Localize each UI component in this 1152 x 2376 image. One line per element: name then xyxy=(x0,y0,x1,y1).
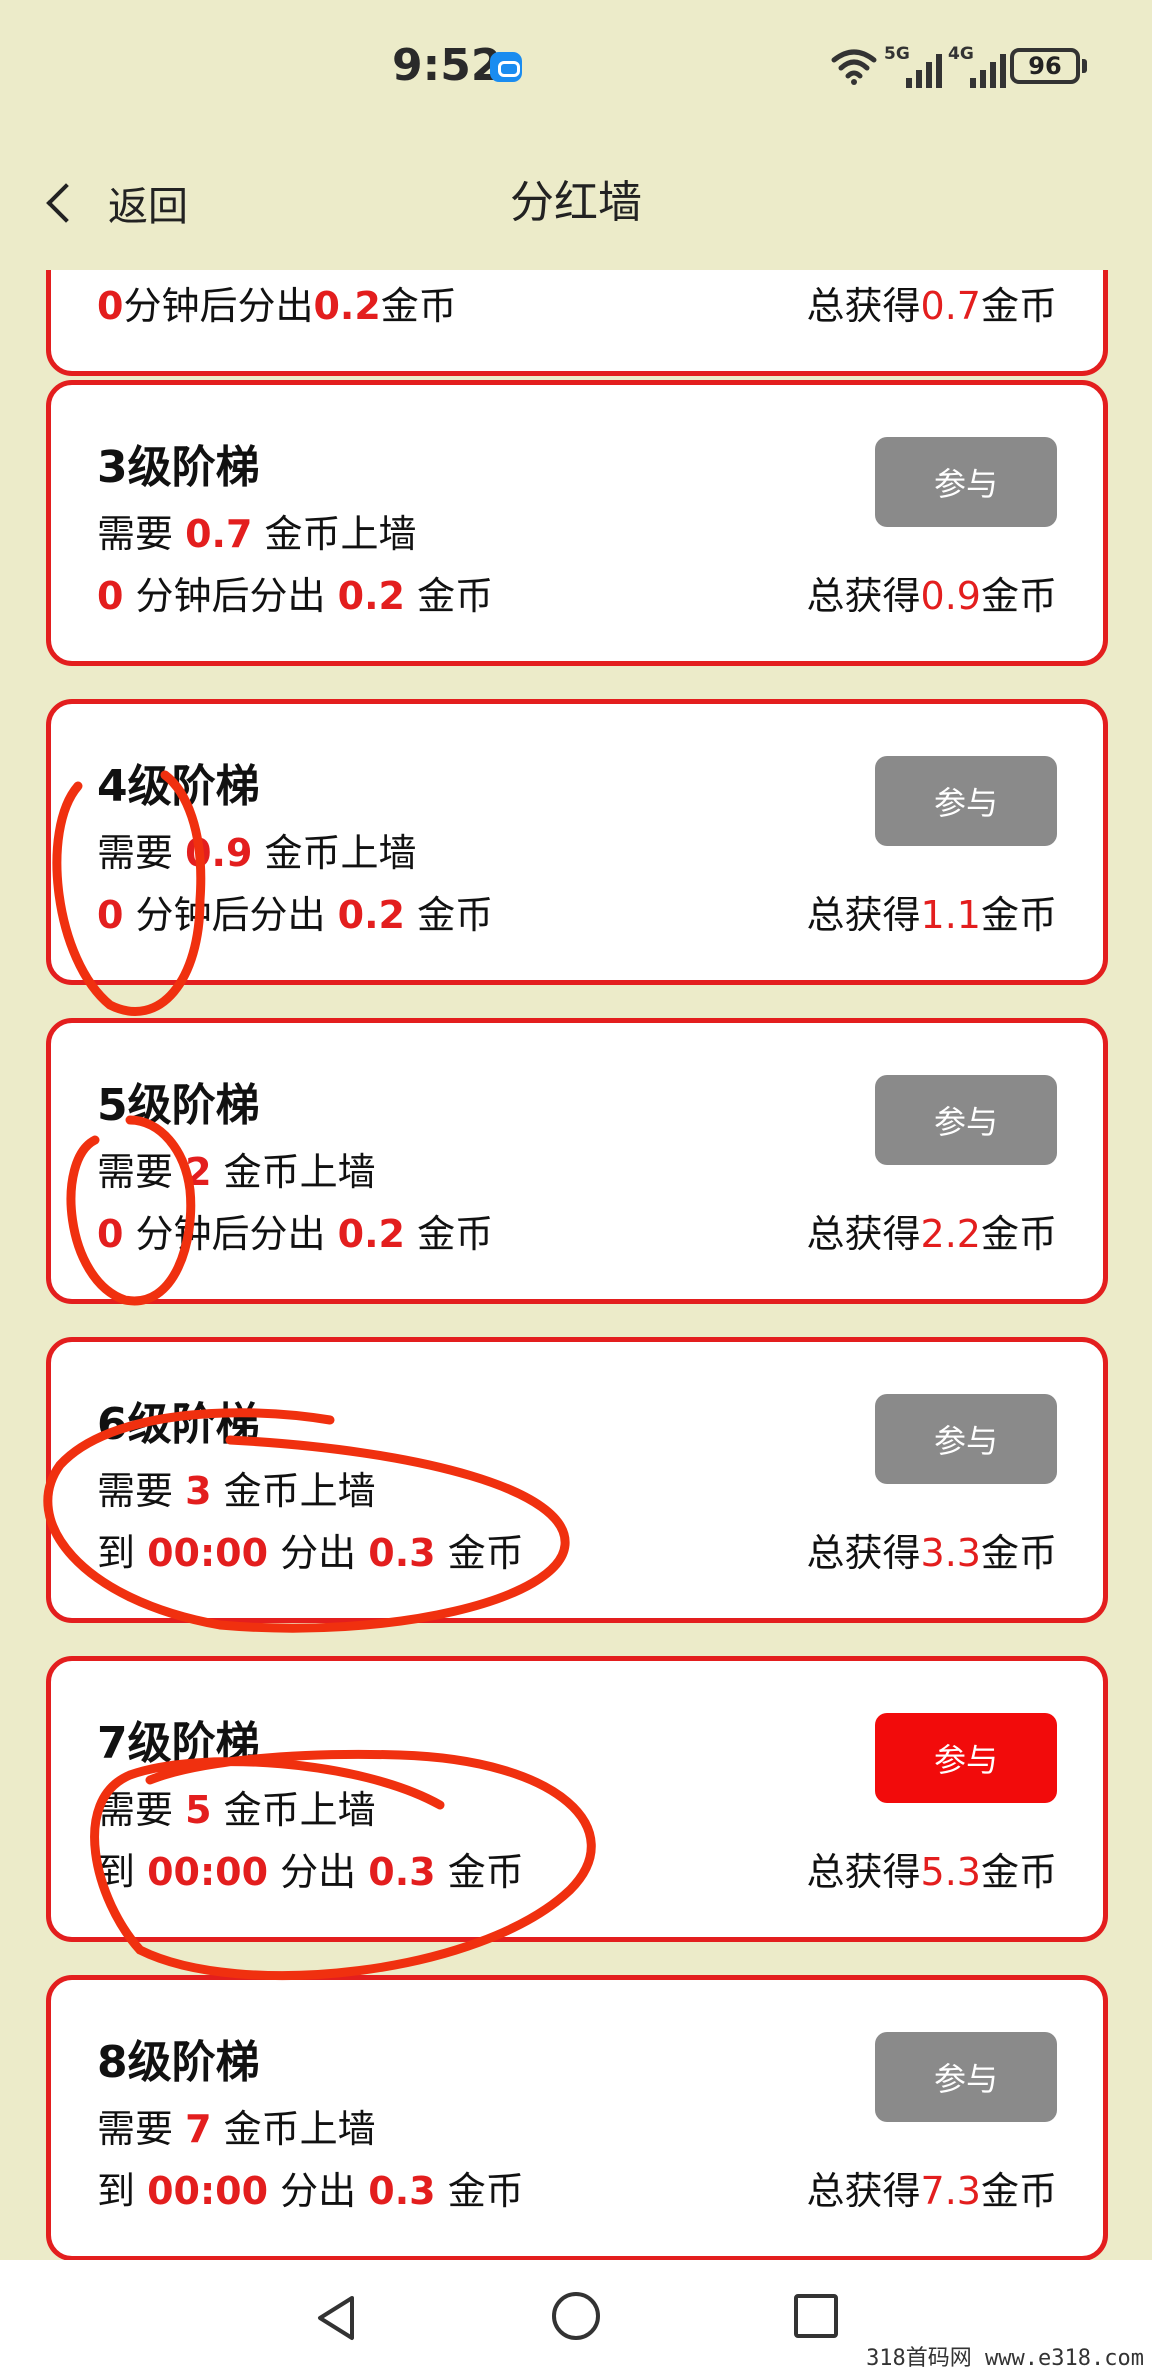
ladder-card: 4级阶梯 需要 0.9 金币上墙 0 分钟后分出 0.2 金币 总获得1.1金币… xyxy=(46,699,1108,985)
battery-level: 96 xyxy=(1028,52,1062,80)
requirement-line: 需要 0.9 金币上墙 xyxy=(97,831,417,875)
total-earned: 总获得7.3金币 xyxy=(806,2169,1057,2213)
square-recent-icon[interactable] xyxy=(794,2294,838,2338)
ladder-card: 7级阶梯 需要 5 金币上墙 到 00:00 分出 0.3 金币 总获得5.3金… xyxy=(46,1656,1108,1942)
total-earned: 总获得0.7金币 xyxy=(806,284,1057,328)
join-button-active[interactable]: 参与 xyxy=(875,1713,1057,1803)
ladder-title: 7级阶梯 xyxy=(97,1718,260,1769)
triangle-back-icon[interactable] xyxy=(312,2294,360,2342)
total-earned: 总获得3.3金币 xyxy=(806,1531,1057,1575)
app-screen: 9:52 5G 4G 96 返回 分红墙 0分钟后分出0.2金币 总获得0.7金… xyxy=(0,0,1152,2376)
join-button[interactable]: 参与 xyxy=(875,437,1057,527)
join-button[interactable]: 参与 xyxy=(875,2032,1057,2122)
payout-line: 0 分钟后分出 0.2 金币 xyxy=(97,574,494,618)
requirement-line: 需要 0.7 金币上墙 xyxy=(97,512,417,556)
requirement-line: 需要 2 金币上墙 xyxy=(97,1150,376,1194)
total-earned: 总获得1.1金币 xyxy=(806,893,1057,937)
payout-line: 0 分钟后分出 0.2 金币 xyxy=(97,1212,494,1256)
payout-line: 0 分钟后分出 0.2 金币 xyxy=(97,893,494,937)
total-earned: 总获得2.2金币 xyxy=(806,1212,1057,1256)
requirement-line: 需要 7 金币上墙 xyxy=(97,2107,376,2151)
total-earned: 总获得0.9金币 xyxy=(806,574,1057,618)
ladder-title: 3级阶梯 xyxy=(97,442,260,493)
ladder-card: 5级阶梯 需要 2 金币上墙 0 分钟后分出 0.2 金币 总获得2.2金币 参… xyxy=(46,1018,1108,1304)
message-notification-icon xyxy=(490,52,522,82)
ladder-title: 8级阶梯 xyxy=(97,2037,260,2088)
requirement-line: 需要 3 金币上墙 xyxy=(97,1469,376,1513)
page-title: 分红墙 xyxy=(510,177,642,228)
ladder-title: 6级阶梯 xyxy=(97,1399,260,1450)
payout-line: 0分钟后分出0.2金币 xyxy=(97,284,457,328)
status-time: 9:52 xyxy=(392,40,502,91)
signal-4g-icon: 4G xyxy=(948,44,1012,88)
wifi-icon xyxy=(831,49,877,85)
circle-home-icon[interactable] xyxy=(552,2292,600,2340)
requirement-line: 需要 5 金币上墙 xyxy=(97,1788,376,1832)
app-header: 返回 分红墙 xyxy=(0,130,1152,270)
payout-line: 到 00:00 分出 0.3 金币 xyxy=(97,1531,524,1575)
join-button[interactable]: 参与 xyxy=(875,1394,1057,1484)
total-earned: 总获得5.3金币 xyxy=(806,1850,1057,1894)
ladder-title: 4级阶梯 xyxy=(97,761,260,812)
status-bar: 9:52 5G 4G 96 xyxy=(0,0,1152,130)
battery-cap xyxy=(1082,59,1087,73)
system-nav-bar: 318首码网 www.e318.com xyxy=(0,2260,1152,2376)
join-button[interactable]: 参与 xyxy=(875,756,1057,846)
ladder-card: 8级阶梯 需要 7 金币上墙 到 00:00 分出 0.3 金币 总获得7.3金… xyxy=(46,1975,1108,2260)
ladder-card-partial: 0分钟后分出0.2金币 总获得0.7金币 xyxy=(46,270,1108,376)
ladder-list[interactable]: 0分钟后分出0.2金币 总获得0.7金币 3级阶梯 需要 0.7 金币上墙 0 … xyxy=(0,270,1152,2260)
ladder-card: 6级阶梯 需要 3 金币上墙 到 00:00 分出 0.3 金币 总获得3.3金… xyxy=(46,1337,1108,1623)
watermark: 318首码网 www.e318.com xyxy=(866,2346,1144,2371)
ladder-card: 3级阶梯 需要 0.7 金币上墙 0 分钟后分出 0.2 金币 总获得0.9金币… xyxy=(46,380,1108,666)
payout-line: 到 00:00 分出 0.3 金币 xyxy=(97,1850,524,1894)
payout-line: 到 00:00 分出 0.3 金币 xyxy=(97,2169,524,2213)
ladder-title: 5级阶梯 xyxy=(97,1080,260,1131)
battery-icon: 96 xyxy=(1010,48,1080,84)
join-button[interactable]: 参与 xyxy=(875,1075,1057,1165)
signal-5g-icon: 5G xyxy=(884,44,948,88)
